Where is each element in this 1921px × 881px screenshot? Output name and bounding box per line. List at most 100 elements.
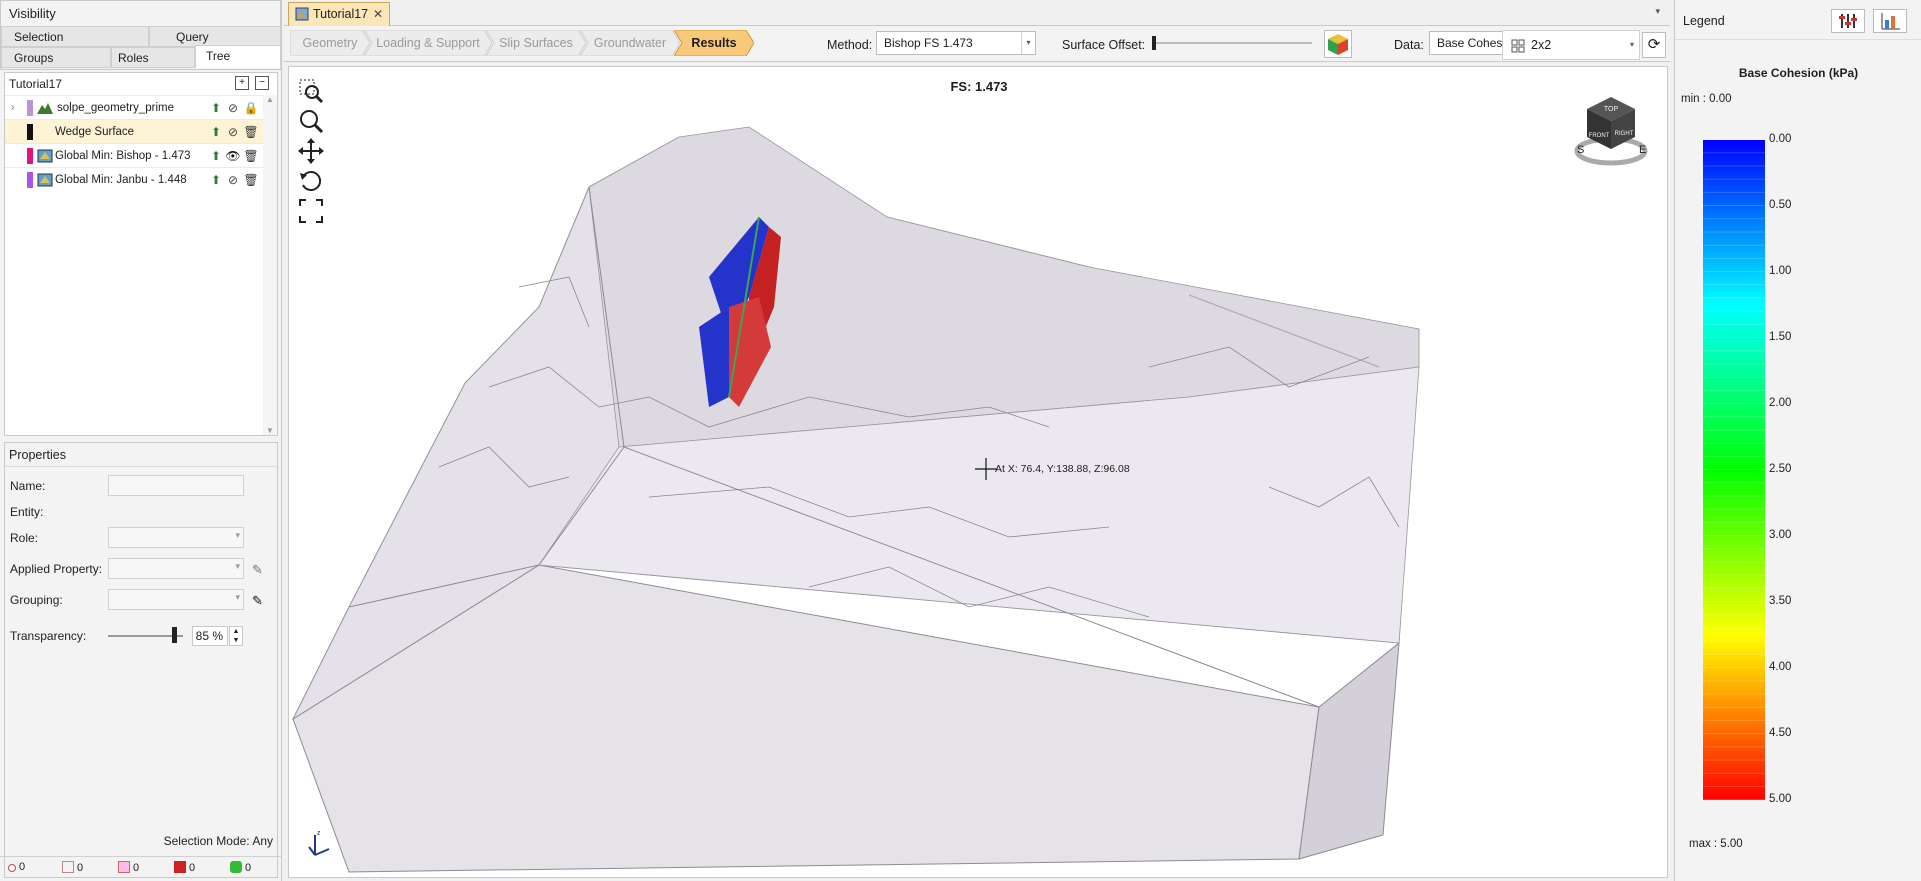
hidden-eye-icon[interactable]: ⊘ [225, 120, 241, 144]
lock-icon[interactable]: 🔒 [243, 96, 259, 120]
solid-icon [174, 861, 186, 873]
name-field[interactable] [108, 475, 244, 496]
tab-groups[interactable]: Groups [1, 47, 111, 68]
surface-offset-slider-track[interactable] [1152, 42, 1312, 44]
tree-item-wedge-surface[interactable]: Wedge Surface ⬆ ⊘ 🗑 [5, 119, 277, 143]
display-3d-button[interactable] [1324, 30, 1352, 58]
collapse-all-icon[interactable]: − [255, 76, 269, 90]
delete-icon[interactable]: 🗑 [243, 168, 259, 192]
chevron-down-icon[interactable]: ▾ [1625, 31, 1639, 59]
edit-pencil-icon[interactable]: ✎ [252, 593, 266, 608]
grid-layout-icon [1511, 39, 1525, 53]
tab-selection[interactable]: Selection [1, 26, 149, 47]
tree-view: Tutorial17 + − › solpe_geometry_prime ⬆ … [4, 72, 278, 436]
grouping-select[interactable] [108, 589, 244, 610]
tree-item-geometry[interactable]: › solpe_geometry_prime ⬆ ⊘ 🔒 [5, 95, 277, 119]
surface-offset-slider-thumb[interactable] [1152, 36, 1156, 50]
eye-icon[interactable]: 👁 [225, 144, 241, 168]
tree-root-label: Tutorial17 [9, 77, 62, 91]
selection-status-bar: 0 0 0 0 0 [0, 856, 282, 881]
tab-menu-icon[interactable]: ▾ [1655, 6, 1660, 17]
compass-east: E [1639, 144, 1646, 156]
workflow-step-loading[interactable]: Loading & Support [364, 30, 492, 56]
layout-select[interactable]: 2x2 ▾ [1502, 30, 1640, 60]
legend-tick-label: 0.50 [1769, 199, 1792, 211]
properties-panel: Properties [4, 442, 278, 878]
tree-item-global-min-janbu[interactable]: Global Min: Janbu - 1.448 ⬆ ⊘ 🗑 [5, 167, 277, 191]
legend-panel: Legend Base Cohesion (kPa) min : 0.00 0.… [1674, 0, 1921, 881]
tree-root[interactable]: Tutorial17 + − [5, 73, 277, 95]
method-select[interactable]: Bishop FS 1.473 ▾ [876, 31, 1036, 55]
legend-min: min : 0.00 [1681, 93, 1732, 105]
hidden-eye-icon[interactable]: ⊘ [225, 96, 241, 120]
pin-icon[interactable]: ⬆ [208, 168, 224, 192]
left-panel: Visibility Selection Query Groups Roles … [0, 0, 282, 881]
document-tab-bar: Tutorial17 ✕ ▾ [284, 0, 1670, 26]
chevron-down-icon[interactable]: ▾ [1021, 32, 1035, 54]
applied-property-select[interactable] [108, 558, 244, 579]
name-label: Name: [10, 479, 46, 493]
refresh-button[interactable]: ⟳ [1642, 32, 1666, 58]
compass-south: S [1577, 144, 1584, 156]
document-tab-label: Tutorial17 [313, 7, 369, 21]
transparency-slider-thumb[interactable] [172, 627, 177, 643]
legend-tick-label: 3.00 [1769, 529, 1792, 541]
legend-tick-label: 4.50 [1769, 727, 1792, 739]
expand-all-icon[interactable]: + [235, 76, 249, 90]
zoom-icon[interactable] [297, 107, 325, 135]
role-select[interactable] [108, 527, 244, 548]
tab-roles[interactable]: Roles [111, 47, 195, 68]
edit-pencil-icon[interactable]: ✎ [252, 562, 266, 577]
3d-viewport[interactable]: FS: 1.473 At X: 76.4, Y:138.88, Z:96.08 … [288, 66, 1668, 878]
pin-icon[interactable]: ⬆ [208, 144, 224, 168]
legend-tick-label: 3.50 [1769, 595, 1792, 607]
tree-item-label: Wedge Surface [55, 126, 135, 138]
colored-cube-icon [1328, 34, 1348, 55]
visibility-tabs: Selection Query Groups Roles Tree [0, 26, 281, 70]
grouping-label: Grouping: [10, 593, 63, 607]
legend-settings-button[interactable] [1831, 9, 1865, 33]
expand-arrow-icon[interactable]: › [11, 96, 21, 120]
workflow-step-geometry[interactable]: Geometry [290, 30, 370, 56]
refresh-icon: ⟳ [1647, 36, 1661, 53]
close-tab-icon[interactable]: ✕ [373, 3, 383, 25]
cube-right-face: RIGHT [1615, 131, 1634, 137]
cursor-coordinate-readout: At X: 76.4, Y:138.88, Z:96.08 [995, 463, 1130, 475]
pin-icon[interactable]: ⬆ [208, 96, 224, 120]
workflow-step-slip-surfaces[interactable]: Slip Surfaces [486, 30, 586, 56]
document-tab[interactable]: Tutorial17 ✕ [288, 2, 390, 26]
method-label: Method: [827, 38, 873, 52]
workflow-step-groundwater[interactable]: Groundwater [580, 30, 680, 56]
workflow-step-results[interactable]: Results [674, 30, 754, 56]
tab-query[interactable]: Query [149, 26, 281, 47]
scroll-down-icon[interactable]: ▼ [263, 426, 277, 435]
edge-icon [62, 861, 74, 873]
transparency-input[interactable]: 85 % [192, 626, 228, 646]
legend-tick-label: 5.00 [1769, 793, 1792, 805]
delete-icon[interactable]: 🗑 [243, 120, 259, 144]
factor-of-safety-label: FS: 1.473 [950, 79, 1008, 94]
navigation-cube[interactable]: TOP FRONT RIGHT S E [1569, 91, 1653, 175]
pin-icon[interactable]: ⬆ [208, 120, 224, 144]
tree-item-global-min-bishop[interactable]: Global Min: Bishop - 1.473 ⬆ 👁 🗑 [5, 143, 277, 167]
scroll-up-icon[interactable]: ▲ [263, 95, 277, 104]
zoom-extents-icon[interactable] [297, 197, 325, 225]
tab-tree[interactable]: Tree [195, 45, 281, 68]
hidden-eye-icon[interactable]: ⊘ [225, 168, 241, 192]
transparency-spinner[interactable]: ▲ ▼ [229, 626, 243, 646]
vertex-count: 0 [8, 861, 25, 873]
legend-panel-title: Legend [1683, 14, 1725, 28]
legend-max: max : 5.00 [1689, 838, 1743, 850]
slip-surface-icon [37, 173, 53, 187]
zoom-window-icon[interactable] [297, 77, 325, 105]
legend-tick-label: 0.00 [1769, 133, 1792, 145]
toolbar: Geometry Loading & Support Slip Surfaces… [284, 26, 1670, 62]
legend-chart-button[interactable] [1873, 9, 1907, 33]
rotate-icon[interactable] [297, 167, 325, 195]
tree-scrollbar[interactable]: ▲ ▼ [263, 95, 277, 435]
main-area: Tutorial17 ✕ ▾ Geometry Loading & Suppor… [284, 0, 1670, 881]
visibility-title: Visibility [0, 0, 281, 26]
pan-icon[interactable] [297, 137, 325, 165]
selection-mode-label: Selection Mode: Any [163, 834, 273, 848]
delete-icon[interactable]: 🗑 [243, 144, 259, 168]
